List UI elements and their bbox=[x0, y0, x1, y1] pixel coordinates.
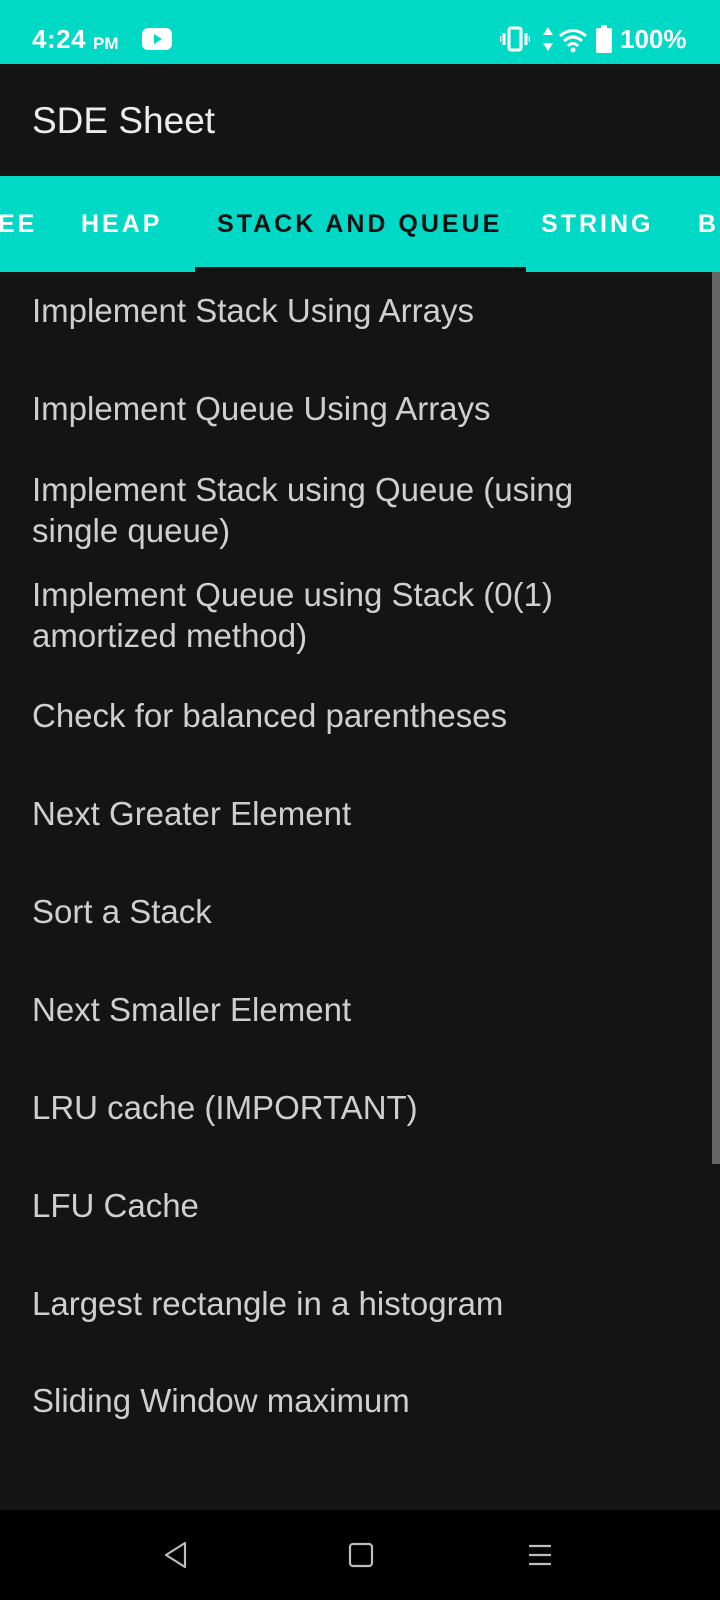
list-item-label: Next Smaller Element bbox=[32, 991, 352, 1028]
list-item[interactable]: Implement Stack Using Arrays bbox=[32, 290, 692, 331]
youtube-icon bbox=[142, 28, 172, 50]
problem-list[interactable]: Implement Stack Using Arrays Implement Q… bbox=[0, 272, 720, 1510]
list-item-label-line2: amortized method) bbox=[32, 617, 308, 654]
tab-string[interactable]: STRING bbox=[541, 176, 653, 272]
list-item-label-line2: single queue) bbox=[32, 512, 231, 549]
data-icon bbox=[543, 27, 553, 51]
list-item[interactable]: Sliding Window maximum bbox=[32, 1380, 692, 1421]
tab-heap[interactable]: HEAP bbox=[81, 176, 162, 272]
list-item[interactable]: Sort a Stack bbox=[32, 891, 692, 932]
tab-stack-and-queue[interactable]: STACK AND QUEUE bbox=[217, 176, 502, 272]
list-item[interactable]: Check for balanced parentheses bbox=[32, 695, 692, 736]
list-item-label: Implement Queue Using Arrays bbox=[32, 390, 491, 427]
list-item[interactable]: LRU cache (IMPORTANT) bbox=[32, 1087, 692, 1128]
list-item-label: Sliding Window maximum bbox=[32, 1382, 410, 1419]
list-item-label: Sort a Stack bbox=[32, 893, 212, 930]
list-item[interactable]: Next Smaller Element bbox=[32, 989, 692, 1030]
list-item[interactable]: Next Greater Element bbox=[32, 793, 692, 834]
tab-bar: EE HEAP STACK AND QUEUE STRING B bbox=[0, 176, 720, 272]
list-item-label: Check for balanced parentheses bbox=[32, 697, 508, 734]
screen: 4:24 PM 100% SDE Sheet EE HEAP STACK AND… bbox=[0, 0, 720, 1600]
list-item[interactable]: Implement Queue using Stack (0(1) amorti… bbox=[32, 574, 692, 656]
wifi-icon bbox=[559, 29, 587, 53]
list-item-label: LFU Cache bbox=[32, 1187, 199, 1224]
list-item-label: Next Greater Element bbox=[32, 795, 352, 832]
scrollbar[interactable] bbox=[712, 272, 720, 1164]
navigation-bar bbox=[0, 1510, 720, 1600]
list-item[interactable]: Largest rectangle in a histogram bbox=[32, 1283, 692, 1324]
status-bar: 4:24 PM 100% bbox=[0, 0, 720, 64]
recents-icon[interactable] bbox=[527, 1542, 553, 1568]
list-item-label: Largest rectangle in a histogram bbox=[32, 1285, 504, 1322]
app-title: SDE Sheet bbox=[32, 100, 216, 141]
tab-tree[interactable]: EE bbox=[0, 176, 37, 272]
tab-next[interactable]: B bbox=[698, 176, 719, 272]
battery-icon bbox=[596, 25, 612, 53]
back-icon[interactable] bbox=[163, 1540, 189, 1570]
status-time: 4:24 bbox=[32, 24, 87, 54]
list-item-label: Implement Stack using Queue (using bbox=[32, 471, 574, 508]
list-item[interactable]: LFU Cache bbox=[32, 1185, 692, 1226]
list-item[interactable]: Implement Queue Using Arrays bbox=[32, 388, 692, 429]
app-bar: SDE Sheet bbox=[0, 64, 720, 176]
battery-percentage: 100% bbox=[620, 24, 687, 54]
home-icon[interactable] bbox=[348, 1542, 374, 1568]
list-item-label: LRU cache (IMPORTANT) bbox=[32, 1089, 418, 1126]
vibrate-icon bbox=[500, 26, 530, 52]
list-item[interactable]: Implement Stack using Queue (using singl… bbox=[32, 469, 692, 551]
list-item-label: Implement Queue using Stack (0(1) bbox=[32, 576, 553, 613]
list-item-label: Implement Stack Using Arrays bbox=[32, 292, 474, 329]
status-ampm: PM bbox=[93, 34, 119, 53]
